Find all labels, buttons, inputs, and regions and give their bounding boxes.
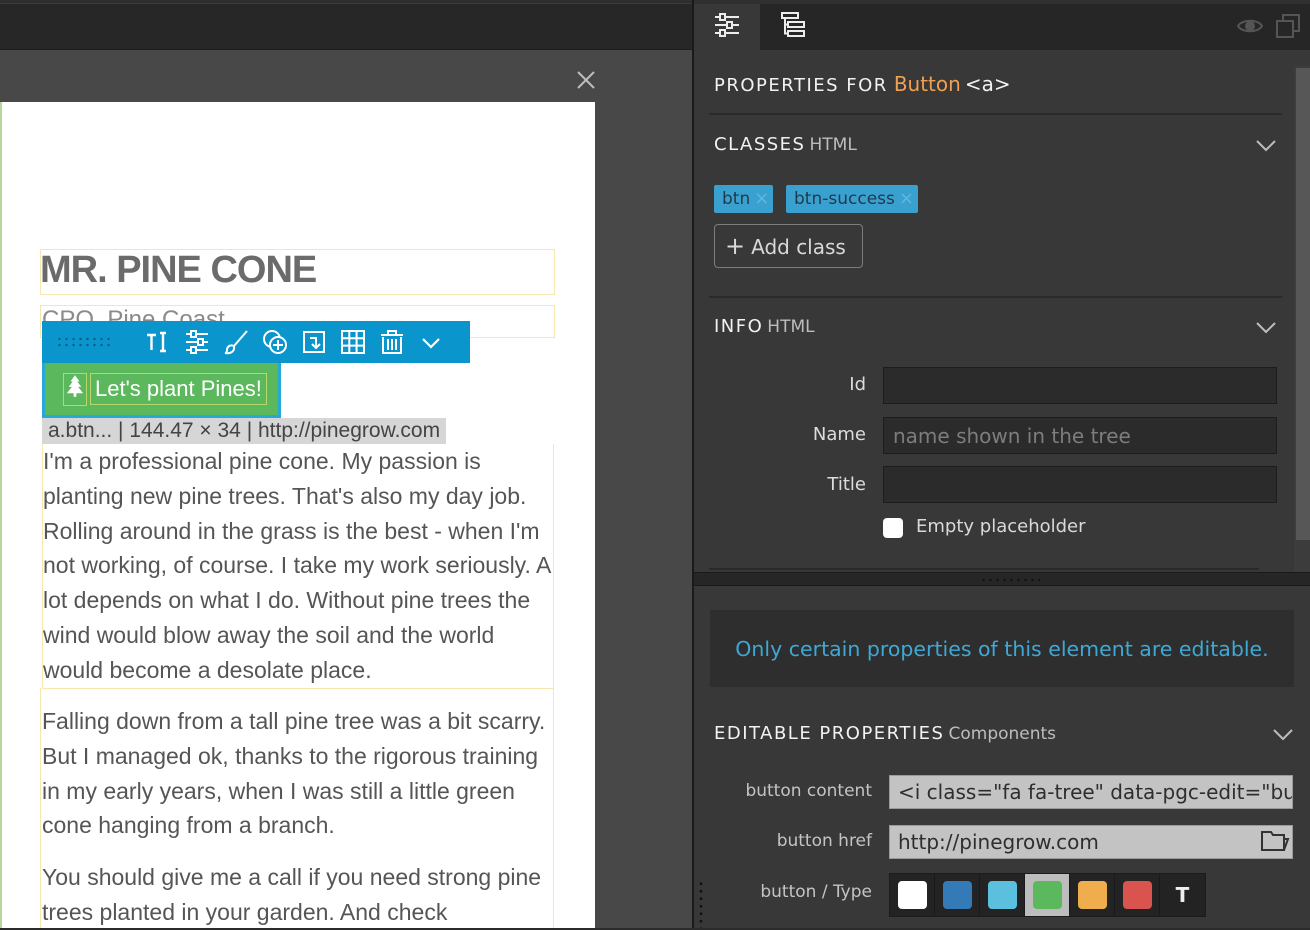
more-chevron-icon[interactable] — [415, 326, 447, 358]
chip-label: btn — [722, 189, 751, 209]
editable-notice: Only certain properties of this element … — [710, 610, 1294, 687]
properties-header: PROPERTIES FOR Button <a> — [714, 72, 1011, 96]
button-type-label: button / Type — [760, 882, 872, 902]
notice-text: Only certain properties of this element … — [735, 636, 1269, 661]
element-toolbar — [42, 321, 470, 363]
tab-properties[interactable] — [694, 4, 760, 50]
name-input[interactable] — [883, 417, 1277, 454]
folder-icon[interactable] — [1260, 828, 1290, 854]
remove-class-icon[interactable]: × — [899, 185, 914, 213]
edit-text-icon[interactable] — [142, 326, 174, 358]
classes-sub: HTML — [809, 135, 857, 155]
paragraph[interactable]: You should give me a call if you need st… — [42, 860, 554, 930]
grid-icon[interactable] — [337, 326, 369, 358]
close-icon[interactable] — [572, 66, 600, 94]
empty-placeholder-label: Empty placeholder — [916, 516, 1086, 537]
type-info-swatch[interactable] — [980, 874, 1025, 916]
scrollbar-thumb[interactable] — [1296, 68, 1310, 540]
divider — [709, 113, 1282, 115]
button-content-input[interactable]: <i class="fa fa-tree" data-pgc-edit="but… — [889, 775, 1293, 809]
color-swatch — [1032, 881, 1062, 909]
divider — [709, 568, 1259, 570]
type-text-swatch[interactable]: T — [1160, 874, 1205, 916]
button-label: Let's plant Pines! — [90, 373, 267, 405]
type-danger-swatch[interactable] — [1115, 874, 1160, 916]
page-subtitle[interactable]: CPO, Pine Coast — [42, 306, 225, 322]
chip-label: btn-success — [794, 189, 895, 209]
element-name: Button — [893, 72, 961, 96]
selection-info-badge: a.btn... | 144.47 × 34 | http://pinegrow… — [42, 418, 447, 444]
id-input[interactable] — [883, 367, 1277, 404]
splitter-grip — [980, 578, 1040, 582]
color-swatch — [1077, 881, 1107, 909]
paragraph[interactable]: I'm a professional pine cone. My passion… — [42, 444, 554, 689]
properties-icon[interactable] — [181, 326, 213, 358]
button-href-label: button href — [776, 831, 872, 851]
name-label: Name — [812, 424, 866, 445]
classes-section-title[interactable]: CLASSES HTML — [714, 134, 857, 155]
resize-grip[interactable] — [698, 880, 704, 928]
class-chip-btn-success[interactable]: btn-success × — [786, 185, 918, 213]
column-outline — [40, 688, 41, 928]
type-primary-swatch[interactable] — [935, 874, 980, 916]
page-heading[interactable]: MR. PINE CONE — [40, 249, 317, 292]
column-outline — [553, 688, 554, 928]
chevron-down-icon[interactable] — [1271, 722, 1295, 746]
remove-class-icon[interactable]: × — [754, 185, 769, 213]
insert-element-icon[interactable] — [259, 326, 291, 358]
editable-sub: Components — [948, 724, 1057, 744]
drag-handle[interactable] — [56, 336, 114, 348]
paragraph[interactable]: Falling down from a tall pine tree was a… — [42, 704, 554, 843]
duplicate-window-icon[interactable] — [1274, 12, 1302, 40]
add-class-button[interactable]: + Add class — [714, 224, 863, 268]
style-brush-icon[interactable] — [220, 326, 252, 358]
move-into-icon[interactable] — [298, 326, 330, 358]
color-swatch — [942, 881, 972, 909]
canvas-toolbar — [0, 4, 692, 50]
info-title: INFO — [714, 316, 764, 337]
eye-icon[interactable] — [1236, 12, 1264, 40]
editable-section-title[interactable]: EDITABLE PROPERTIES Components — [714, 723, 1056, 744]
color-swatch — [1122, 881, 1152, 909]
element-tag: <a> — [964, 72, 1011, 96]
id-label: Id — [849, 374, 866, 395]
text-type-glyph: T — [1175, 883, 1190, 907]
editable-title: EDITABLE PROPERTIES — [714, 723, 945, 744]
add-class-label: Add class — [751, 235, 846, 259]
divider — [709, 296, 1282, 298]
sliders-icon — [712, 10, 742, 44]
plant-pines-button[interactable]: Let's plant Pines! — [42, 363, 281, 418]
title-input[interactable] — [883, 466, 1277, 503]
type-success-swatch[interactable] — [1025, 874, 1070, 916]
empty-placeholder-checkbox[interactable] — [883, 518, 903, 538]
chevron-down-icon[interactable] — [1254, 133, 1278, 157]
type-default-swatch[interactable] — [890, 874, 935, 916]
button-type-selector: T — [889, 873, 1206, 917]
type-warning-swatch[interactable] — [1070, 874, 1115, 916]
tree-view-icon — [778, 10, 808, 44]
plus-icon: + — [725, 232, 746, 260]
color-swatch — [987, 881, 1017, 909]
tree-icon — [63, 372, 87, 406]
info-sub: HTML — [767, 317, 815, 337]
class-chip-btn[interactable]: btn × — [714, 185, 774, 213]
color-swatch — [897, 881, 927, 909]
info-section-title[interactable]: INFO HTML — [714, 316, 815, 337]
button-href-input[interactable]: http://pinegrow.com — [889, 825, 1293, 859]
chevron-down-icon[interactable] — [1254, 315, 1278, 339]
tab-tree[interactable] — [760, 4, 826, 50]
classes-title: CLASSES — [714, 134, 806, 155]
button-content-label: button content — [745, 781, 872, 801]
title-label: Title — [827, 474, 866, 495]
header-prefix: PROPERTIES FOR — [714, 75, 888, 96]
panel-splitter[interactable] — [694, 572, 1310, 586]
delete-icon[interactable] — [376, 326, 408, 358]
